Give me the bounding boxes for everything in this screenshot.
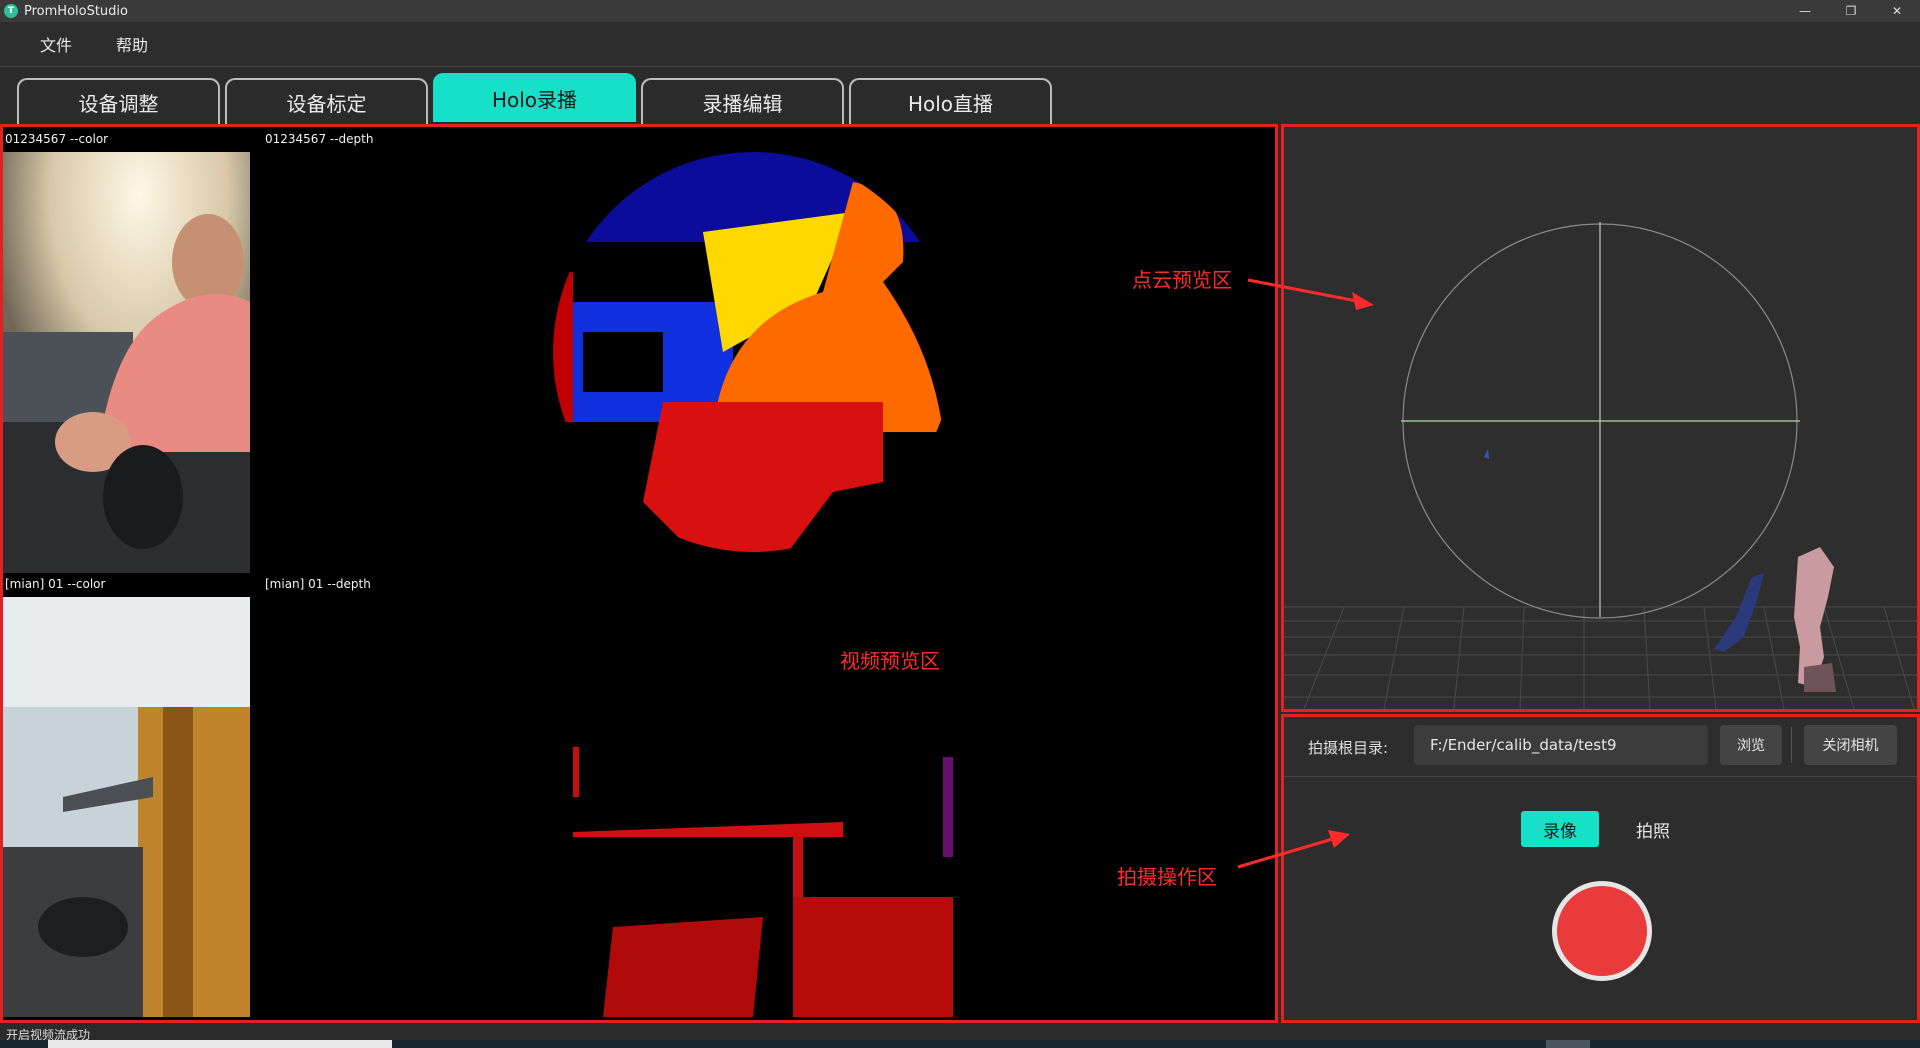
stream1-depth-label: 01234567 --depth: [265, 132, 374, 146]
stream2-color-label: [mian] 01 --color: [5, 577, 106, 591]
taskbar: [0, 1040, 1920, 1048]
annotation-video-area: 视频预览区: [840, 649, 940, 673]
annotation-ops-area: 拍摄操作区: [1117, 865, 1217, 889]
mode-photo-button[interactable]: 拍照: [1614, 811, 1692, 847]
annotation-cloud-area: 点云预览区: [1132, 268, 1232, 292]
separator: [1791, 727, 1792, 763]
root-directory-label: 拍摄根目录:: [1308, 739, 1389, 757]
record-button[interactable]: [1552, 881, 1652, 981]
close-button[interactable]: ✕: [1874, 0, 1920, 22]
tab-recording-edit[interactable]: 录播编辑: [641, 78, 844, 124]
tab-device-adjust[interactable]: 设备调整: [17, 78, 220, 124]
browse-button[interactable]: 浏览: [1720, 725, 1782, 765]
root-directory-input[interactable]: [1414, 725, 1708, 765]
mode-record-button[interactable]: 录像: [1521, 811, 1599, 847]
close-camera-button[interactable]: 关闭相机: [1804, 725, 1897, 765]
stream2-depth-label: [mian] 01 --depth: [265, 577, 371, 591]
point-cloud-panel: [1281, 124, 1920, 712]
stream1-depth-image: [553, 152, 953, 552]
taskbar-item[interactable]: [48, 1040, 392, 1048]
menu-bar: 文件 帮助: [0, 22, 1920, 67]
cloud-fragment: [1714, 573, 1764, 652]
main-tabs: 设备调整 设备标定 Holo录播 录播编辑 Holo直播: [17, 73, 1057, 124]
minimize-button[interactable]: —: [1782, 0, 1828, 22]
stream1-color-image: [3, 152, 250, 573]
tab-device-calibration[interactable]: 设备标定: [225, 78, 428, 124]
stream2-color-image: [3, 597, 250, 1017]
capture-operation-panel: 拍摄根目录: 浏览 关闭相机 录像 拍照: [1281, 714, 1920, 1023]
tab-holo-recording[interactable]: Holo录播: [433, 73, 636, 122]
video-preview-panel: 01234567 --color 01234567 --depth [mian]…: [0, 124, 1278, 1023]
app-icon: T: [4, 4, 18, 18]
window-title: PromHoloStudio: [24, 3, 128, 19]
cloud-fragment: [1484, 449, 1489, 459]
point-cloud-view[interactable]: [1284, 127, 1917, 709]
stream1-color-label: 01234567 --color: [5, 132, 109, 146]
menu-help[interactable]: 帮助: [116, 32, 148, 56]
tab-holo-live[interactable]: Holo直播: [849, 78, 1052, 124]
menu-file[interactable]: 文件: [40, 32, 72, 56]
restore-button[interactable]: ❐: [1828, 0, 1874, 22]
title-bar: T PromHoloStudio — ❐ ✕: [0, 0, 1920, 22]
taskbar-item[interactable]: [1546, 1040, 1590, 1048]
